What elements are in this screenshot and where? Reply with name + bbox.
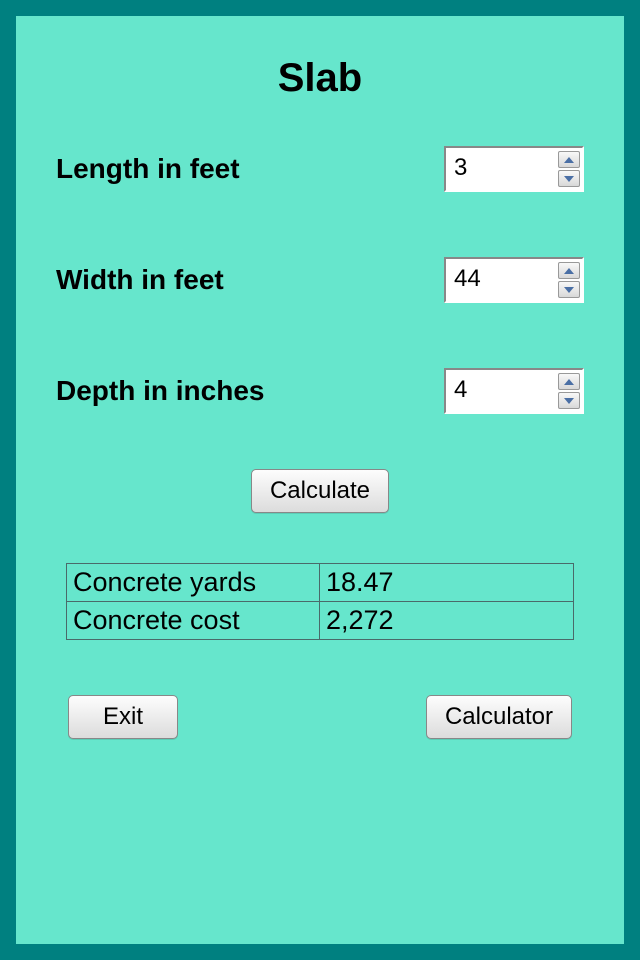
length-row: Length in feet 3 — [56, 146, 584, 192]
width-step-up[interactable] — [558, 262, 580, 279]
concrete-cost-label: Concrete cost — [67, 602, 320, 639]
chevron-up-icon — [564, 157, 574, 163]
width-step-down[interactable] — [558, 281, 580, 298]
depth-row: Depth in inches 4 — [56, 368, 584, 414]
bottom-button-row: Exit Calculator — [56, 695, 584, 739]
length-label: Length in feet — [56, 153, 240, 185]
length-step-down[interactable] — [558, 170, 580, 187]
width-spinner-buttons — [556, 259, 582, 301]
chevron-down-icon — [564, 398, 574, 404]
length-spinner-buttons — [556, 148, 582, 190]
width-value[interactable]: 44 — [446, 259, 556, 301]
chevron-down-icon — [564, 176, 574, 182]
depth-spinner-buttons — [556, 370, 582, 412]
main-panel: Slab Length in feet 3 Width in feet 44 D… — [16, 16, 624, 944]
calculate-button[interactable]: Calculate — [251, 469, 389, 513]
calculate-row: Calculate — [56, 469, 584, 513]
depth-value[interactable]: 4 — [446, 370, 556, 412]
chevron-down-icon — [564, 287, 574, 293]
concrete-cost-value: 2,272 — [320, 602, 573, 639]
length-spinner[interactable]: 3 — [444, 146, 584, 192]
result-row-yards: Concrete yards 18.47 — [67, 564, 573, 601]
depth-label: Depth in inches — [56, 375, 264, 407]
concrete-yards-value: 18.47 — [320, 564, 573, 601]
width-label: Width in feet — [56, 264, 224, 296]
result-row-cost: Concrete cost 2,272 — [67, 601, 573, 639]
width-spinner[interactable]: 44 — [444, 257, 584, 303]
chevron-up-icon — [564, 268, 574, 274]
concrete-yards-label: Concrete yards — [67, 564, 320, 601]
chevron-up-icon — [564, 379, 574, 385]
results-table: Concrete yards 18.47 Concrete cost 2,272 — [66, 563, 574, 640]
depth-step-down[interactable] — [558, 392, 580, 409]
exit-button[interactable]: Exit — [68, 695, 178, 739]
page-title: Slab — [56, 56, 584, 101]
width-row: Width in feet 44 — [56, 257, 584, 303]
depth-step-up[interactable] — [558, 373, 580, 390]
length-value[interactable]: 3 — [446, 148, 556, 190]
length-step-up[interactable] — [558, 151, 580, 168]
depth-spinner[interactable]: 4 — [444, 368, 584, 414]
calculator-button[interactable]: Calculator — [426, 695, 572, 739]
